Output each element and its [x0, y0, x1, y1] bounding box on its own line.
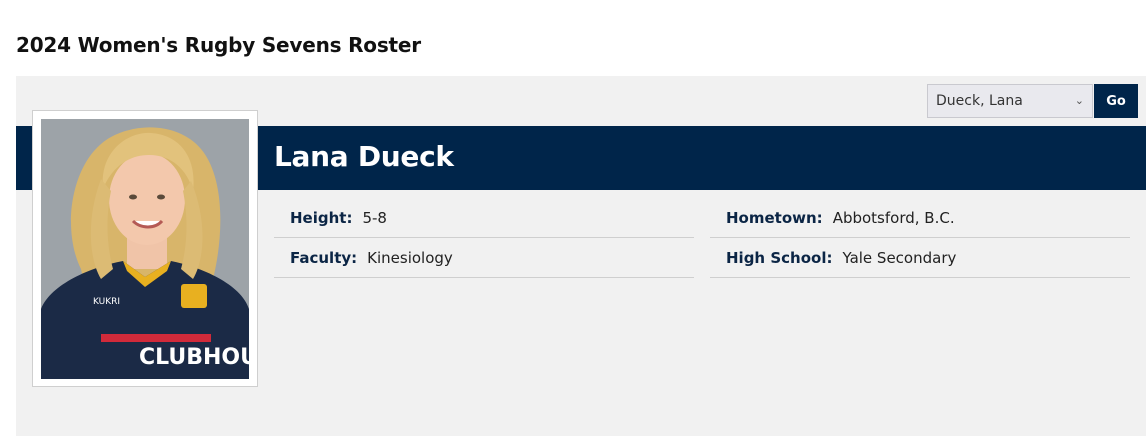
- hometown-label: Hometown:: [726, 208, 823, 227]
- info-high-school: High School: Yale Secondary: [710, 238, 1130, 278]
- player-name: Lana Dueck: [274, 140, 454, 173]
- player-photo-frame: CLUBHOUSE KUKRI: [32, 110, 258, 387]
- chevron-down-icon: ⌄: [1074, 94, 1084, 107]
- player-select-value: Dueck, Lana: [936, 93, 1023, 109]
- player-headshot: CLUBHOUSE KUKRI: [41, 119, 249, 379]
- info-height: Height: 5-8: [274, 198, 694, 238]
- player-select[interactable]: Dueck, Lana ⌄: [927, 84, 1093, 118]
- page-title: 2024 Women's Rugby Sevens Roster: [16, 33, 421, 57]
- go-button[interactable]: Go: [1094, 84, 1138, 118]
- info-hometown: Hometown: Abbotsford, B.C.: [710, 198, 1130, 238]
- svg-text:KUKRI: KUKRI: [93, 297, 120, 307]
- high-school-value: Yale Secondary: [842, 248, 957, 267]
- high-school-label: High School:: [726, 248, 833, 267]
- info-faculty: Faculty: Kinesiology: [274, 238, 694, 278]
- height-value: 5-8: [362, 208, 387, 227]
- hometown-value: Abbotsford, B.C.: [832, 208, 955, 227]
- faculty-value: Kinesiology: [367, 248, 453, 267]
- svg-text:CLUBHOUSE: CLUBHOUSE: [139, 345, 249, 370]
- faculty-label: Faculty:: [290, 248, 358, 267]
- height-label: Height:: [290, 208, 353, 227]
